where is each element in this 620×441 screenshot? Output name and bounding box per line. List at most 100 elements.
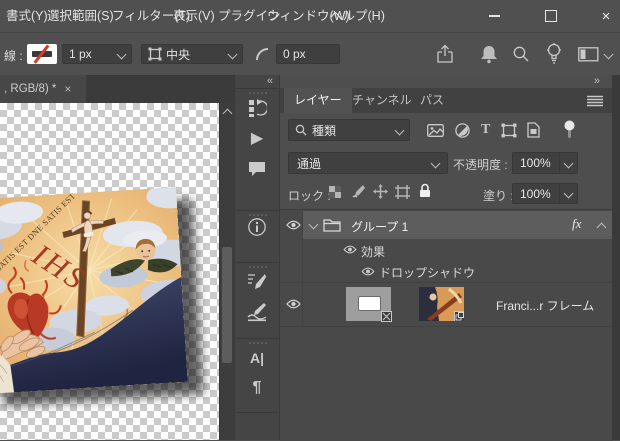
menu-help[interactable]: ヘルプ(H): [330, 0, 385, 32]
lightbulb-icon[interactable]: [546, 43, 562, 65]
document-tab[interactable]: , RGB/8) * ×: [0, 75, 86, 103]
filter-adjustment-layers-icon[interactable]: [455, 123, 470, 138]
paragraph-panel-button[interactable]: ¶: [246, 377, 268, 399]
share-icon[interactable]: [436, 44, 454, 64]
filter-smart-objects-icon[interactable]: [527, 122, 540, 138]
history-panel-button[interactable]: [246, 97, 268, 119]
workspace-panel-icon[interactable]: [578, 47, 599, 62]
bell-icon[interactable]: [480, 44, 498, 64]
collapse-panel-icon[interactable]: »: [594, 75, 600, 88]
canvas-area[interactable]: SATIS EST DNE SATIS EST IHS: [0, 103, 219, 440]
close-icon: ×: [602, 8, 611, 25]
corner-radius-icon: [255, 47, 270, 62]
chevron-down-icon[interactable]: [604, 50, 614, 60]
chevron-down-icon[interactable]: [559, 184, 577, 203]
chevron-down-icon[interactable]: [559, 153, 577, 173]
play-icon: ▶: [251, 128, 263, 148]
visibility-eye-icon[interactable]: [341, 245, 359, 254]
stroke-width-select[interactable]: 1 px: [62, 44, 132, 64]
scrollbar-thumb[interactable]: [222, 247, 232, 363]
info-icon: [247, 217, 267, 237]
stroke-width-value: 1 px: [69, 47, 92, 61]
chevron-down-icon: [431, 158, 441, 168]
brush-settings-panel-button[interactable]: [246, 271, 268, 293]
window-maximize-button[interactable]: [534, 0, 568, 32]
menu-view[interactable]: 表示(V): [173, 0, 215, 32]
layer-row-drop-shadow[interactable]: ドロップシャドウ: [280, 261, 613, 282]
brushes-panel-button[interactable]: [246, 301, 268, 323]
info-panel-button[interactable]: [246, 216, 268, 238]
expand-dock-icon[interactable]: «: [267, 75, 273, 88]
layer-filter-search[interactable]: 種類: [288, 119, 410, 141]
comment-icon: [248, 160, 266, 177]
window-minimize-button[interactable]: [477, 0, 511, 32]
frame-badge-icon: [381, 311, 392, 322]
brushes-icon: [247, 302, 267, 322]
chevron-down-icon: [395, 125, 405, 135]
tab-paths[interactable]: パス: [410, 88, 454, 113]
blend-mode-select[interactable]: 通過: [288, 152, 448, 174]
fx-badge[interactable]: fx: [572, 216, 581, 232]
lock-pixels-icon[interactable]: [351, 184, 365, 199]
chevron-down-icon: [228, 49, 238, 59]
artwork-image: SATIS EST DNE SATIS EST IHS: [0, 187, 188, 394]
layers-panel: » レイヤー チャンネル パス 種類 T 通過: [279, 75, 612, 440]
row-divider: [280, 326, 613, 327]
visibility-eye-icon[interactable]: [359, 267, 377, 276]
lock-label: ロック :: [288, 187, 331, 204]
dock-group: [235, 412, 280, 440]
window-edge: [612, 75, 620, 440]
actions-panel-button[interactable]: ▶: [246, 127, 268, 149]
lock-transparency-icon[interactable]: [328, 185, 342, 199]
opacity-value: 100%: [520, 156, 551, 170]
lock-all-icon[interactable]: [419, 183, 431, 198]
layer-thumbnail[interactable]: [419, 287, 464, 321]
filter-kind-value: 種類: [312, 122, 336, 139]
fill-input[interactable]: 100%: [512, 183, 578, 204]
layer-row-frame[interactable]: Franci...r フレーム: [280, 283, 613, 326]
opacity-input[interactable]: 100%: [512, 152, 578, 174]
layer-row-effects[interactable]: 効果: [280, 239, 613, 261]
menu-bar: 書式(Y) 選択範囲(S) フィルター(T) 表示(V) プラグイン ウィンドウ…: [0, 0, 620, 32]
drag-grip[interactable]: [249, 342, 267, 344]
search-icon: [295, 124, 307, 136]
filter-shape-layers-icon[interactable]: [501, 123, 517, 138]
search-icon[interactable]: [512, 45, 530, 63]
canvas-vertical-scrollbar[interactable]: [219, 103, 234, 440]
corner-radius-value: 0 px: [283, 47, 306, 61]
visibility-eye-icon[interactable]: [284, 220, 302, 230]
menu-type[interactable]: 書式(Y): [6, 0, 48, 32]
fill-label: 塗り :: [483, 187, 514, 204]
stroke-align-select[interactable]: 中央: [141, 44, 243, 64]
opacity-label: 不透明度 :: [453, 156, 508, 173]
stroke-label: 線 :: [4, 47, 23, 64]
panel-menu-icon[interactable]: [587, 95, 603, 107]
lock-artboard-icon[interactable]: [395, 185, 410, 199]
comments-panel-button[interactable]: [246, 157, 268, 179]
tab-close-icon[interactable]: ×: [64, 82, 71, 96]
visibility-eye-icon[interactable]: [284, 299, 302, 309]
character-panel-button[interactable]: A|: [246, 347, 268, 369]
menu-select[interactable]: 選択範囲(S): [47, 0, 114, 32]
corner-radius-input[interactable]: 0 px: [276, 44, 340, 64]
stroke-align-value: 中央: [166, 46, 190, 63]
filter-type-layers-icon[interactable]: T: [481, 122, 490, 138]
eye-column-divider: [302, 210, 303, 326]
maximize-icon: [545, 10, 557, 22]
folder-icon: [323, 218, 341, 232]
frame-thumbnail[interactable]: [346, 287, 391, 321]
filter-pixel-layers-icon[interactable]: [427, 124, 444, 137]
lock-position-icon[interactable]: [373, 184, 388, 199]
stroke-type-swatch[interactable]: [27, 44, 57, 64]
window-close-button[interactable]: ×: [589, 0, 620, 32]
layer-name: グループ 1: [351, 218, 408, 235]
layer-row-group[interactable]: グループ 1 fx: [280, 211, 613, 239]
drop-shadow-label: ドロップシャドウ: [379, 264, 475, 281]
brush-settings-icon: [247, 272, 267, 292]
drag-grip[interactable]: [249, 266, 267, 268]
drag-grip[interactable]: [249, 92, 267, 94]
scroll-up-icon[interactable]: [223, 109, 233, 119]
blend-mode-value: 通過: [297, 155, 321, 172]
align-center-icon: [148, 47, 162, 61]
filter-toggle-icon[interactable]: [564, 120, 575, 139]
